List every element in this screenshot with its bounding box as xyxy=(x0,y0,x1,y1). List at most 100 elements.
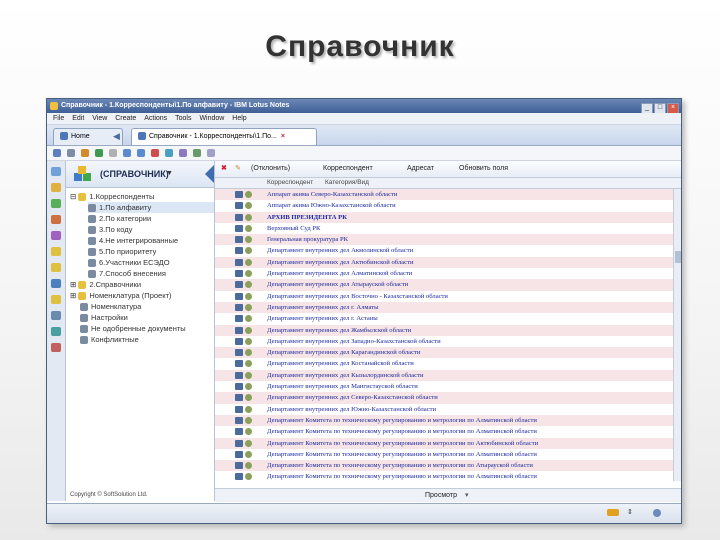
tree-item-po-prioritetu[interactable]: 5.По приоритету xyxy=(88,246,156,257)
bookmark-web-icon[interactable] xyxy=(51,327,61,336)
bookmark-todo-icon[interactable] xyxy=(51,215,61,224)
scrollbar-thumb[interactable] xyxy=(675,251,681,263)
column-header-category[interactable]: Категория/Вид xyxy=(325,178,369,188)
table-row[interactable]: Департамент Комитета по техническому рег… xyxy=(215,437,673,449)
expand-icon[interactable]: ⊞ xyxy=(70,291,76,300)
table-row[interactable]: Департамент внутренних дел Костанайской … xyxy=(215,358,673,369)
forward-icon[interactable] xyxy=(137,149,145,157)
edit-icon[interactable]: ✎ xyxy=(235,161,241,177)
vertical-scrollbar[interactable] xyxy=(673,189,681,481)
location-chevron-icon[interactable]: ⇕ xyxy=(627,508,633,516)
table-row[interactable]: Департамент внутренних дел Кызылординско… xyxy=(215,369,673,382)
navigator-title[interactable]: (СПРАВОЧНИК) xyxy=(100,169,169,179)
bookmark-calendar-icon[interactable] xyxy=(51,183,61,192)
bookmark-replicator-icon[interactable] xyxy=(51,231,61,240)
tree-item-uchastniki-esedo[interactable]: 6.Участники ЕСЭДО xyxy=(88,257,170,268)
table-row[interactable]: Департамент внутренних дел Восточно - Ка… xyxy=(215,291,673,302)
bookmark-mail-icon[interactable] xyxy=(51,167,61,176)
print-icon[interactable] xyxy=(67,149,75,157)
bookmark-icon[interactable] xyxy=(193,149,201,157)
action-correspondent-button[interactable]: Корреспондент xyxy=(323,161,373,177)
bookmark-folder-icon[interactable] xyxy=(51,247,61,256)
refresh-icon[interactable] xyxy=(165,149,173,157)
replication-icon[interactable] xyxy=(653,509,661,517)
table-row[interactable]: Департамент внутренних дел Западно-Казах… xyxy=(215,336,673,347)
menu-create[interactable]: Create xyxy=(115,115,136,122)
table-row[interactable]: Аппарат акима Южно-Казахстанской области xyxy=(215,200,673,211)
online-status-icon[interactable] xyxy=(607,509,619,516)
row-correspondent: Департамент внутренних дел Костанайской … xyxy=(267,360,414,368)
back-arrow-icon[interactable]: ◀ xyxy=(113,131,120,142)
bookmark-history-icon[interactable] xyxy=(51,311,61,320)
column-header-correspondent[interactable]: Корреспондент xyxy=(267,178,313,188)
chevron-down-icon[interactable]: ▾ xyxy=(465,489,469,502)
table-row[interactable]: Департамент Комитета по техническому рег… xyxy=(215,460,673,472)
table-row[interactable]: Департамент внутренних дел Жамбылской об… xyxy=(215,324,673,336)
delete-icon[interactable]: ✖ xyxy=(221,161,227,177)
table-row[interactable]: Департамент внутренних дел Карагандинско… xyxy=(215,347,673,359)
menu-tools[interactable]: Tools xyxy=(175,115,191,122)
menu-actions[interactable]: Actions xyxy=(144,115,167,122)
table-row[interactable]: Департамент внутренних дел Алматинской о… xyxy=(215,268,673,279)
table-row[interactable]: Генеральная прокуратура РК xyxy=(215,234,673,246)
tree-item-korrespondenty[interactable]: ⊟ 1.Корреспонденты xyxy=(70,191,154,202)
tree-item-po-kategorii[interactable]: 2.По категории xyxy=(88,213,151,224)
bookmark-folder2-icon[interactable] xyxy=(51,263,61,272)
tree-item-sposob-vneseniya[interactable]: 7.Способ внесения xyxy=(88,268,166,279)
action-addressee-button[interactable]: Адресат xyxy=(407,161,434,177)
bookmark-trash-icon[interactable] xyxy=(51,343,61,352)
view-footer-label[interactable]: Просмотр xyxy=(425,489,457,502)
tree-item-nomenklatura-proekt[interactable]: ⊞ Номенклатура (Проект) xyxy=(70,290,172,301)
menu-help[interactable]: Help xyxy=(232,115,246,122)
action-refresh-fields-button[interactable]: Обновить поля xyxy=(459,161,508,177)
cut-icon[interactable] xyxy=(81,149,89,157)
slide-title: Справочник xyxy=(265,30,455,63)
bookmark-database-icon[interactable] xyxy=(51,279,61,288)
paste-icon[interactable] xyxy=(109,149,117,157)
chevron-down-icon[interactable]: ▼ xyxy=(166,170,173,177)
back-icon[interactable] xyxy=(123,149,131,157)
menu-window[interactable]: Window xyxy=(199,115,224,122)
tab-close-icon[interactable]: × xyxy=(281,133,285,140)
table-row[interactable]: Департамент внутренних дел г. Алматы xyxy=(215,301,673,314)
table-row[interactable]: Департамент Комитета по техническому рег… xyxy=(215,449,673,460)
tree-item-po-kodu[interactable]: 3.По коду xyxy=(88,224,132,235)
menu-view[interactable]: View xyxy=(92,115,107,122)
stop-icon[interactable] xyxy=(151,149,159,157)
search-icon[interactable] xyxy=(179,149,187,157)
table-row[interactable]: Департамент внутренних дел Акмолинской о… xyxy=(215,245,673,256)
table-row[interactable]: АРХИВ ПРЕЗИДЕНТА РК xyxy=(215,211,673,223)
table-row[interactable]: Департамент внутренних дел г. Астаны xyxy=(215,313,673,324)
expand-icon[interactable]: ⊟ xyxy=(70,192,76,201)
tree-item-ne-integrirovannye[interactable]: 4.Не интегрированные xyxy=(88,235,178,246)
expand-icon[interactable]: ⊞ xyxy=(70,280,76,289)
table-row[interactable]: Департамент внутренних дел Мангистауской… xyxy=(215,381,673,392)
tree-item-nomenklatura[interactable]: Номенклатура xyxy=(80,301,141,312)
table-row[interactable]: Верховный Суд РК xyxy=(215,223,673,234)
tree-item-po-alfavitu[interactable]: 1.По алфавиту xyxy=(88,202,214,213)
row-correspondent: Департамент внутренних дел Северо-Казахс… xyxy=(267,394,438,402)
bookmark-contacts-icon[interactable] xyxy=(51,199,61,208)
properties-icon[interactable] xyxy=(207,149,215,157)
open-icon[interactable] xyxy=(53,149,61,157)
tab-spravochnik[interactable]: Справочник - 1.Корреспонденты\1.По... × xyxy=(131,128,317,145)
table-row[interactable]: Департамент внутренних дел Актюбинской о… xyxy=(215,256,673,269)
table-row[interactable]: Департамент внутренних дел Южно-Казахста… xyxy=(215,404,673,415)
collapse-arrow-icon[interactable] xyxy=(205,165,214,183)
action-reject-button[interactable]: (Отклонить) xyxy=(251,161,290,177)
tree-item-konfliktnye[interactable]: Конфликтные xyxy=(80,334,139,345)
table-row[interactable]: Департамент Комитета по техническому рег… xyxy=(215,471,673,482)
table-row[interactable]: Департамент Комитета по техническому рег… xyxy=(215,426,673,437)
tree-item-nastroiki[interactable]: Настройки xyxy=(80,312,128,323)
tree-item-spravochniki[interactable]: ⊞ 2.Справочники xyxy=(70,279,141,290)
tree-item-label: Не одобренные документы xyxy=(91,324,186,333)
menu-edit[interactable]: Edit xyxy=(72,115,84,122)
table-row[interactable]: Департамент внутренних дел Северо-Казахс… xyxy=(215,392,673,404)
bookmark-folder3-icon[interactable] xyxy=(51,295,61,304)
menu-file[interactable]: File xyxy=(53,115,64,122)
copy-icon[interactable] xyxy=(95,149,103,157)
table-row[interactable]: Аппарат акима Северо-Казахстанской облас… xyxy=(215,189,673,201)
table-row[interactable]: Департамент Комитета по техническому рег… xyxy=(215,414,673,427)
table-row[interactable]: Департамент внутренних дел Атырауской об… xyxy=(215,279,673,291)
tree-item-ne-odobrennye[interactable]: Не одобренные документы xyxy=(80,323,186,334)
